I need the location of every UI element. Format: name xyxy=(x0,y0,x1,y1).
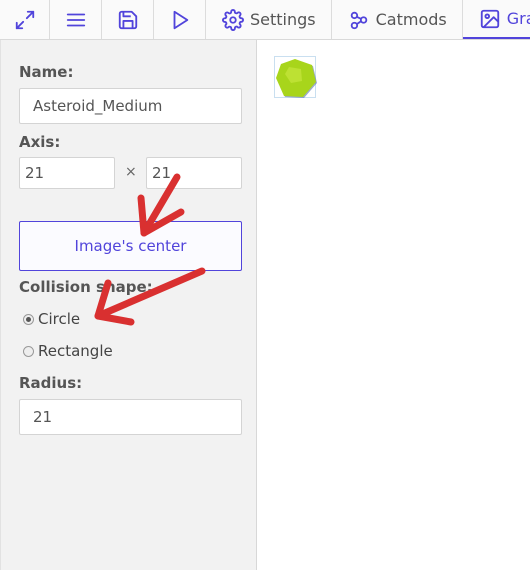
name-label: Name: xyxy=(19,63,74,81)
texture-preview xyxy=(258,40,530,570)
toolbar: Settings Catmods Gra xyxy=(0,0,530,40)
tab-graphics-label: Gra xyxy=(506,9,530,28)
circle-radio[interactable] xyxy=(23,313,34,325)
axis-x-input[interactable]: 21 xyxy=(19,157,115,189)
texture-settings-panel: Name: Asteroid_Medium Axis: 21 × 21 Imag… xyxy=(0,40,257,570)
tab-settings-label: Settings xyxy=(250,10,316,29)
rectangle-label: Rectangle xyxy=(38,342,113,360)
play-button[interactable] xyxy=(154,0,206,39)
shape-rectangle-option[interactable]: Rectangle xyxy=(23,342,113,360)
tab-catmods-label: Catmods xyxy=(375,10,447,29)
image-center-button[interactable]: Image's center xyxy=(19,221,242,271)
circle-label: Circle xyxy=(38,310,81,328)
menu-button[interactable] xyxy=(50,0,102,39)
save-button[interactable] xyxy=(102,0,154,39)
sprite-bounding-box xyxy=(274,56,317,98)
gear-icon xyxy=(222,8,244,31)
fullscreen-button[interactable] xyxy=(0,0,50,39)
axis-separator: × xyxy=(125,164,137,180)
rectangle-radio[interactable] xyxy=(23,345,34,357)
menu-icon xyxy=(66,13,85,26)
shape-circle-option[interactable]: Circle xyxy=(23,310,80,328)
radius-input[interactable]: 21 xyxy=(19,399,242,435)
tab-settings[interactable]: Settings xyxy=(206,0,332,39)
save-icon xyxy=(118,10,137,29)
play-icon xyxy=(173,10,188,29)
collision-shape-label: Collision shape: xyxy=(19,278,153,296)
tab-catmods[interactable]: Catmods xyxy=(332,0,463,39)
axis-label: Axis: xyxy=(19,133,61,151)
fullscreen-icon xyxy=(15,10,34,29)
name-input[interactable]: Asteroid_Medium xyxy=(19,88,242,124)
radius-label: Radius: xyxy=(19,374,83,392)
tab-graphics[interactable]: Gra xyxy=(462,0,530,39)
axis-y-input[interactable]: 21 xyxy=(146,157,242,189)
image-icon xyxy=(480,9,499,28)
asteroid-sprite xyxy=(276,59,317,98)
share-nodes-icon xyxy=(350,11,367,29)
